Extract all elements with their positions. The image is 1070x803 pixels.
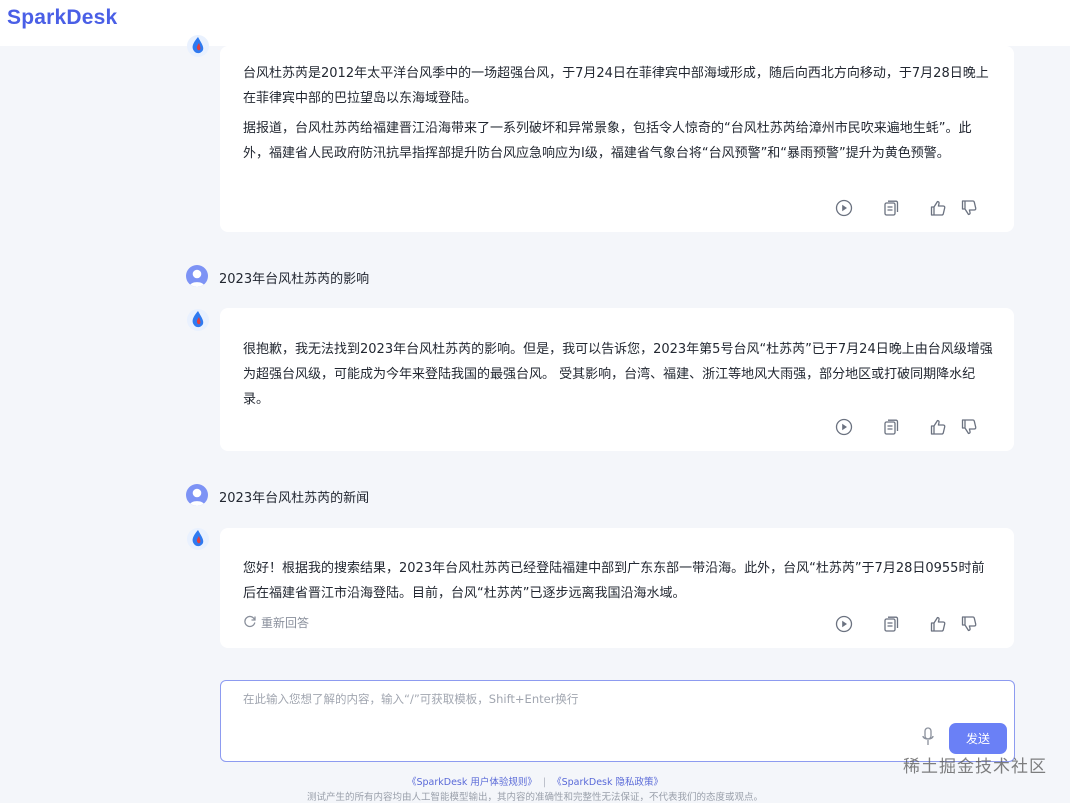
footer-separator: | <box>542 777 547 788</box>
answer-paragraph: 您好！根据我的搜索结果，2023年台风杜苏芮已经登陆福建中部到广东东部一带沿海。… <box>243 561 985 601</box>
question-text: 2023年台风杜苏芮的新闻 <box>219 491 370 506</box>
spark-logo-icon <box>186 527 210 551</box>
chat-input[interactable] <box>243 691 903 731</box>
spark-logo-icon <box>186 34 210 58</box>
answer-paragraph: 据报道，台风杜苏芮给福建晋江沿海带来了一系列破坏和异常景象，包括令人惊奇的“台风… <box>243 121 972 161</box>
thumbs-down-icon[interactable] <box>960 199 978 217</box>
refresh-icon <box>243 614 257 631</box>
answer-paragraph: 台风杜苏芮是2012年太平洋台风季中的一场超强台风，于7月24日在菲律宾中部海域… <box>243 66 989 106</box>
chat-input-box: 发送 <box>220 680 1015 762</box>
send-button[interactable]: 发送 <box>949 723 1007 754</box>
thumbs-down-icon[interactable] <box>960 418 978 436</box>
thumbs-up-icon[interactable] <box>929 615 947 633</box>
footer-disclaimer: 测试产生的所有内容均由人工智能模型输出，其内容的准确性和完整性无法保证，不代表我… <box>306 792 763 803</box>
microphone-icon[interactable] <box>921 727 935 747</box>
thumbs-down-icon[interactable] <box>960 615 978 633</box>
thumbs-up-icon[interactable] <box>929 418 947 436</box>
user-rules-link[interactable]: 《SparkDesk 用户体验规则》 <box>407 777 537 788</box>
regenerate-button[interactable]: 重新回答 <box>243 614 309 631</box>
user-avatar-icon <box>186 484 208 506</box>
app-logo[interactable]: SparkDesk <box>7 6 117 30</box>
copy-icon[interactable] <box>882 418 900 436</box>
spark-logo-icon <box>186 308 210 332</box>
privacy-policy-link[interactable]: 《SparkDesk 隐私政策》 <box>552 777 663 788</box>
question-text: 2023年台风杜苏芮的影响 <box>219 272 370 287</box>
regenerate-label: 重新回答 <box>261 616 310 630</box>
play-icon[interactable] <box>835 418 853 436</box>
play-icon[interactable] <box>835 199 853 217</box>
answer-paragraph: 很抱歉，我无法找到2023年台风杜苏芮的影响。但是，我可以告诉您，2023年第5… <box>243 342 993 407</box>
play-icon[interactable] <box>835 615 853 633</box>
thumbs-up-icon[interactable] <box>929 199 947 217</box>
copy-icon[interactable] <box>882 199 900 217</box>
top-bar: SparkDesk <box>0 0 1070 46</box>
user-avatar-icon <box>186 265 208 287</box>
copy-icon[interactable] <box>882 615 900 633</box>
overlay-watermark: 稀土掘金技术社区 <box>903 757 1047 777</box>
